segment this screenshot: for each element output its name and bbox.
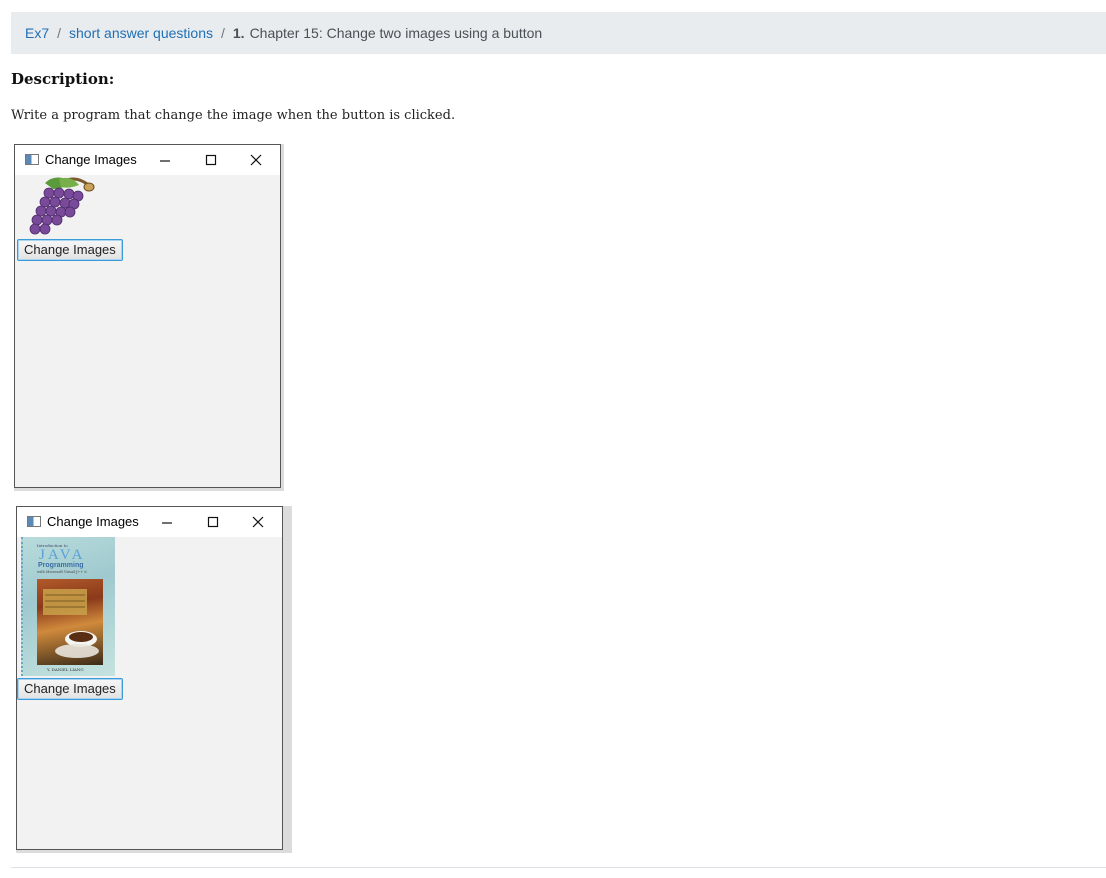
java-book-cover-image: Introduction to JAVA Programming with Mi…	[21, 537, 115, 676]
close-icon[interactable]	[246, 510, 270, 534]
window-titlebar[interactable]: Change Images	[15, 145, 280, 175]
description-text: Write a program that change the image wh…	[11, 108, 456, 123]
screenshot-2: Change Images Introduction to JAVA Progr…	[16, 506, 292, 853]
book-author: Y. DANIEL LIANG	[47, 667, 84, 672]
breadcrumb-separator: /	[57, 25, 62, 41]
app-window: Change Images Introduction to JAVA Progr…	[16, 506, 283, 850]
maximize-icon[interactable]	[199, 148, 223, 172]
book-tagline: with Microsoft Visual J++ 6	[37, 570, 87, 574]
window-title: Change Images	[45, 152, 137, 167]
grapes-image	[25, 175, 101, 239]
breadcrumb-current-title: Chapter 15: Change two images using a bu…	[249, 25, 543, 41]
book-cover-photo	[37, 579, 103, 665]
minimize-icon[interactable]	[155, 510, 179, 534]
close-icon[interactable]	[244, 148, 268, 172]
breadcrumb-current-number: 1.	[232, 25, 245, 41]
app-window: Change Images Change Images	[14, 144, 281, 488]
breadcrumb: Ex7 / short answer questions / 1. Chapte…	[11, 12, 1106, 54]
book-subtitle: Programming	[38, 562, 84, 569]
window-titlebar[interactable]: Change Images	[17, 507, 282, 537]
java-app-icon	[27, 516, 41, 527]
bottom-divider	[11, 867, 1106, 868]
minimize-icon[interactable]	[153, 148, 177, 172]
description-heading: Description:	[11, 70, 115, 88]
window-title: Change Images	[47, 514, 139, 529]
change-images-button[interactable]: Change Images	[17, 239, 123, 261]
change-images-button[interactable]: Change Images	[17, 678, 123, 700]
breadcrumb-separator: /	[220, 25, 225, 41]
breadcrumb-link-short-answer-questions[interactable]: short answer questions	[69, 25, 213, 41]
breadcrumb-link-ex7[interactable]: Ex7	[25, 25, 49, 41]
maximize-icon[interactable]	[201, 510, 225, 534]
screenshot-1: Change Images Change Images	[14, 144, 284, 491]
java-app-icon	[25, 154, 39, 165]
